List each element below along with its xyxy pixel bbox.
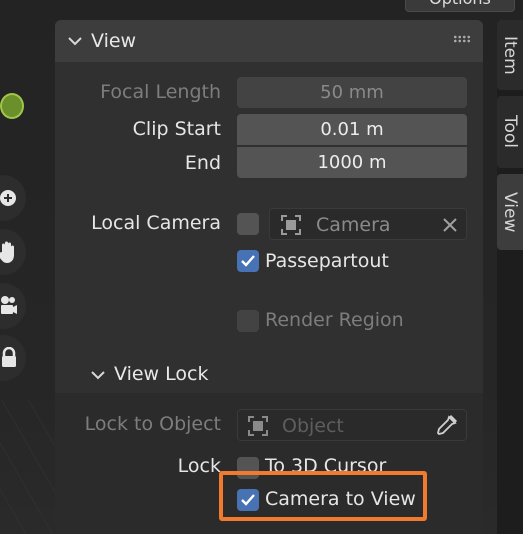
focal-length-label: Focal Length [100, 81, 221, 103]
rotation-gizmo-axis[interactable] [0, 93, 24, 119]
chevron-down-icon [91, 371, 105, 380]
passepartout-label[interactable]: Passepartout [265, 250, 389, 272]
render-region-checkbox[interactable] [237, 310, 259, 332]
lock-to-object-field[interactable]: Object [237, 409, 467, 441]
tab-item[interactable]: Item [497, 20, 523, 90]
clip-start-label: Clip Start [132, 118, 221, 140]
drag-handle-icon[interactable] [453, 35, 471, 43]
local-camera-label: Local Camera [91, 212, 221, 234]
clip-end-field[interactable]: 1000 m [237, 147, 467, 178]
clip-start-field[interactable]: 0.01 m [237, 114, 467, 145]
lock-label: Lock [177, 455, 221, 477]
passepartout-checkbox[interactable] [237, 250, 259, 272]
options-button[interactable]: Options [405, 0, 515, 12]
view-panel-title: View [91, 30, 137, 52]
render-region-label[interactable]: Render Region [265, 309, 404, 331]
tab-tool[interactable]: Tool [497, 96, 523, 168]
clip-end-label: End [184, 152, 221, 174]
camera-object-icon [281, 215, 301, 235]
lock-icon [2, 347, 16, 367]
zoom-plus-icon [0, 190, 16, 206]
tab-view[interactable]: View [497, 174, 523, 250]
tab-tool-label: Tool [500, 115, 520, 149]
eyedropper-icon[interactable] [434, 414, 458, 438]
hand-pan-icon [0, 241, 14, 263]
camera-icon [1, 296, 17, 314]
view-lock-title: View Lock [114, 363, 209, 385]
lock-to-object-placeholder: Object [282, 415, 344, 437]
chevron-down-icon [68, 37, 82, 46]
focal-length-field[interactable]: 50 mm [237, 77, 467, 108]
tab-item-label: Item [500, 35, 520, 75]
tab-view-label: View [500, 191, 520, 233]
viewport-grid [0, 400, 60, 534]
local-camera-checkbox[interactable] [237, 213, 259, 235]
camera-to-view-highlight-box [219, 471, 427, 521]
local-camera-placeholder: Camera [316, 214, 391, 236]
view-lock-header[interactable]: View Lock [55, 355, 483, 393]
checkmark-icon [241, 255, 255, 267]
object-icon [248, 416, 268, 436]
sidebar-tabs: Item Tool View [497, 20, 523, 534]
close-icon[interactable] [442, 217, 458, 233]
local-camera-field[interactable]: Camera [269, 208, 467, 240]
view-panel-header[interactable]: View [55, 20, 483, 62]
lock-to-object-label: Lock to Object [84, 413, 221, 435]
